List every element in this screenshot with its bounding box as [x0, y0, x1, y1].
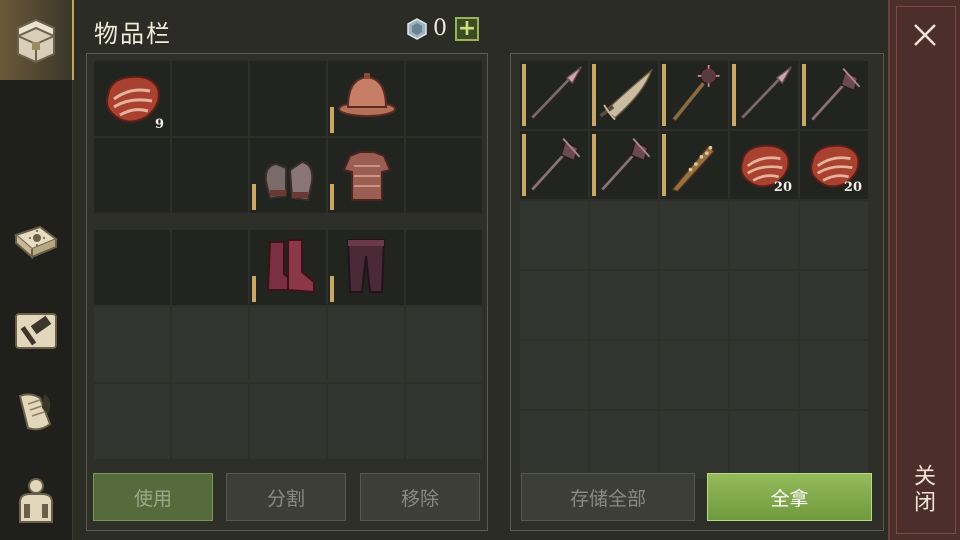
container-slot[interactable]: [660, 411, 728, 479]
backpack-slot[interactable]: [172, 230, 248, 305]
backpack-slot[interactable]: [406, 307, 482, 382]
split-button[interactable]: 分割: [226, 473, 346, 521]
container-slot[interactable]: [520, 271, 588, 339]
container-slot[interactable]: 20: [730, 131, 798, 199]
store-all-button[interactable]: 存储全部: [521, 473, 695, 521]
add-gems-button[interactable]: +: [455, 17, 479, 41]
container-slot[interactable]: [590, 341, 658, 409]
sidebar-item-inventory[interactable]: [0, 0, 74, 80]
container-slot[interactable]: [730, 61, 798, 129]
backpack-slot[interactable]: [172, 307, 248, 382]
container-slot[interactable]: [590, 271, 658, 339]
backpack-slot[interactable]: [172, 384, 248, 459]
backpack-slot[interactable]: [250, 384, 326, 459]
sun-book-icon: [14, 225, 58, 260]
container-slot[interactable]: [660, 201, 728, 269]
take-all-button[interactable]: 全拿: [707, 473, 872, 521]
sidebar-item-crafting[interactable]: [0, 290, 72, 370]
item-quantity: 9: [154, 117, 164, 132]
equipment-slot[interactable]: [172, 138, 248, 213]
container-slot[interactable]: [730, 341, 798, 409]
container-grid: 20 20: [520, 61, 868, 479]
backpack-slot[interactable]: [328, 384, 404, 459]
container-slot[interactable]: [590, 201, 658, 269]
container-slot[interactable]: [730, 201, 798, 269]
container-slot[interactable]: [800, 411, 868, 479]
container-slot[interactable]: [800, 61, 868, 129]
container-slot[interactable]: [590, 411, 658, 479]
close-panel[interactable]: [888, 0, 960, 540]
pants-icon: [346, 239, 386, 293]
spiked-club-icon: [671, 144, 716, 193]
equipment-slot[interactable]: [250, 61, 326, 136]
container-slot[interactable]: [800, 341, 868, 409]
use-button[interactable]: 使用: [93, 473, 213, 521]
container-slot[interactable]: [730, 271, 798, 339]
backpack-slot[interactable]: [406, 384, 482, 459]
equipment-slot[interactable]: [172, 61, 248, 136]
container-slot[interactable]: [520, 201, 588, 269]
equipment-grid: 9: [94, 61, 482, 213]
character-icon: [19, 478, 53, 523]
remove-button[interactable]: 移除: [360, 473, 480, 521]
equipment-slot[interactable]: 9: [94, 61, 170, 136]
sidebar-item-skills[interactable]: [0, 205, 72, 285]
page-title: 物品栏: [94, 20, 172, 48]
flanged-mace-icon: [811, 68, 861, 121]
spear-icon: [531, 66, 582, 119]
backpack-slot[interactable]: [94, 307, 170, 382]
container-slot[interactable]: [590, 61, 658, 129]
sidebar-item-character[interactable]: [0, 460, 72, 540]
gloves-icon: [264, 160, 314, 202]
container-slot[interactable]: [520, 341, 588, 409]
container-slot[interactable]: [660, 61, 728, 129]
backpack-slot[interactable]: [250, 230, 326, 305]
gem-count: 0: [433, 16, 447, 41]
equipment-slot[interactable]: [406, 61, 482, 136]
item-quantity: 20: [843, 180, 862, 195]
container-slot[interactable]: [520, 61, 588, 129]
helmet-icon: [338, 73, 396, 117]
backpack-slot[interactable]: [328, 230, 404, 305]
backpack-grid: [94, 230, 482, 459]
container-slot[interactable]: 20: [800, 131, 868, 199]
chest-icon: [17, 18, 55, 64]
flanged-mace-icon: [601, 138, 651, 191]
boots-icon: [266, 239, 315, 294]
item-quantity: 20: [773, 180, 792, 195]
backpack-slot[interactable]: [406, 230, 482, 305]
mace-icon: [672, 65, 720, 121]
backpack-slot[interactable]: [328, 307, 404, 382]
sidebar-item-quests[interactable]: [0, 372, 72, 452]
backpack-slot[interactable]: [250, 307, 326, 382]
container-slot[interactable]: [800, 271, 868, 339]
backpack-slot[interactable]: [94, 230, 170, 305]
flanged-mace-icon: [531, 138, 581, 191]
equipment-slot[interactable]: [406, 138, 482, 213]
equipment-slot[interactable]: [328, 61, 404, 136]
hammer-icon: [15, 313, 57, 349]
sword-icon: [599, 68, 653, 121]
equipment-slot[interactable]: [250, 138, 326, 213]
container-slot[interactable]: [520, 131, 588, 199]
equipment-slot[interactable]: [94, 138, 170, 213]
backpack-slot[interactable]: [94, 384, 170, 459]
chainmail-icon: [342, 151, 392, 201]
container-slot[interactable]: [590, 131, 658, 199]
container-slot[interactable]: [730, 411, 798, 479]
gem-icon: [407, 18, 427, 40]
spear-icon: [741, 66, 792, 119]
equipment-slot[interactable]: [328, 138, 404, 213]
container-slot[interactable]: [800, 201, 868, 269]
container-slot[interactable]: [520, 411, 588, 479]
container-slot[interactable]: [660, 341, 728, 409]
scroll-quill-icon: [18, 393, 52, 431]
close-icon[interactable]: [910, 20, 940, 50]
sidebar: [0, 0, 74, 540]
container-slot[interactable]: [660, 271, 728, 339]
close-label[interactable]: 关闭: [910, 464, 938, 516]
container-slot[interactable]: [660, 131, 728, 199]
